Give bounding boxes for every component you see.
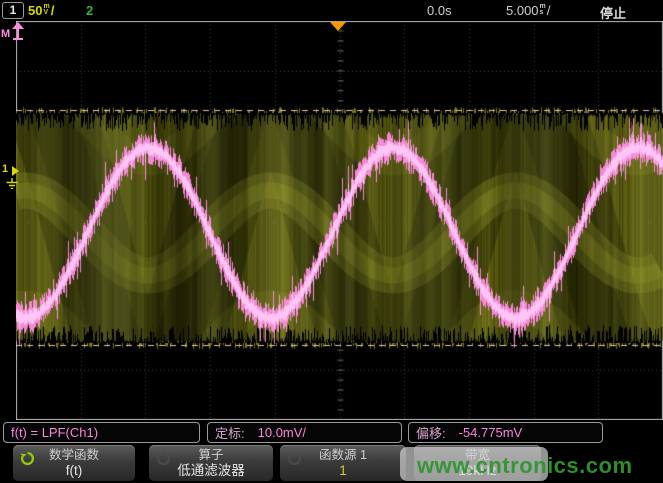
up-arrow-stem: [17, 29, 19, 38]
math-definition-box: f(t) = LPF(Ch1): [3, 422, 200, 443]
channel-1-ground-marker: 1: [1, 153, 29, 193]
softkey-source[interactable]: 函数源 1 1: [280, 445, 406, 481]
channel-1-indicator[interactable]: 1: [2, 2, 24, 19]
circular-arrow-icon: [156, 451, 171, 466]
timebase-suffix: /: [547, 3, 551, 18]
math-offset-value: -54.775mV: [459, 425, 523, 440]
channel-1-scale: 50 m V /: [28, 2, 54, 18]
timebase-number: 5.000: [506, 3, 539, 18]
math-definition-text: f(t) = LPF(Ch1): [11, 425, 98, 440]
math-scale-label: 定标:: [215, 423, 245, 442]
channel-1-marker-label: 1: [2, 163, 8, 175]
trigger-position-icon[interactable]: [330, 22, 346, 31]
math-scale-value: 10.0mV/: [258, 425, 306, 440]
circular-arrow-icon: [287, 451, 302, 466]
softkey-operator[interactable]: 算子 低通滤波器: [149, 445, 273, 481]
channel-1-scale-unit: m V: [43, 4, 49, 16]
oscilloscope-screen: 1 50 m V / 2 0.0s 5.000 m s / 停止 M: [0, 0, 663, 483]
channel-1-scale-number: 50: [28, 3, 42, 18]
math-offset-label: 偏移:: [416, 423, 446, 442]
ground-icon: [4, 178, 20, 189]
math-marker-label: M: [1, 28, 10, 40]
math-channel-marker: M: [1, 21, 33, 49]
channel-2-indicator[interactable]: 2: [86, 3, 93, 18]
trigger-delay-readout: 0.0s: [427, 3, 452, 18]
up-arrow-base: [13, 38, 23, 40]
channel-1-scale-suffix: /: [51, 3, 55, 18]
math-offset-box[interactable]: 偏移: -54.775mV: [408, 422, 603, 443]
run-state-indicator: 停止: [600, 3, 626, 22]
watermark-text: www.cntronics.com: [417, 453, 633, 479]
math-scale-box[interactable]: 定标: 10.0mV/: [207, 422, 402, 443]
timebase-unit: m s: [540, 4, 546, 16]
right-arrow-icon: [12, 166, 19, 176]
softkey-math-function[interactable]: 数学函数 f(t): [13, 445, 135, 481]
circular-arrow-icon: [20, 451, 35, 466]
timebase-readout: 5.000 m s /: [506, 2, 550, 18]
up-arrow-icon: [12, 22, 24, 29]
top-status-bar: 1 50 m V / 2 0.0s 5.000 m s / 停止: [0, 0, 663, 20]
waveform-canvas: [16, 21, 663, 420]
